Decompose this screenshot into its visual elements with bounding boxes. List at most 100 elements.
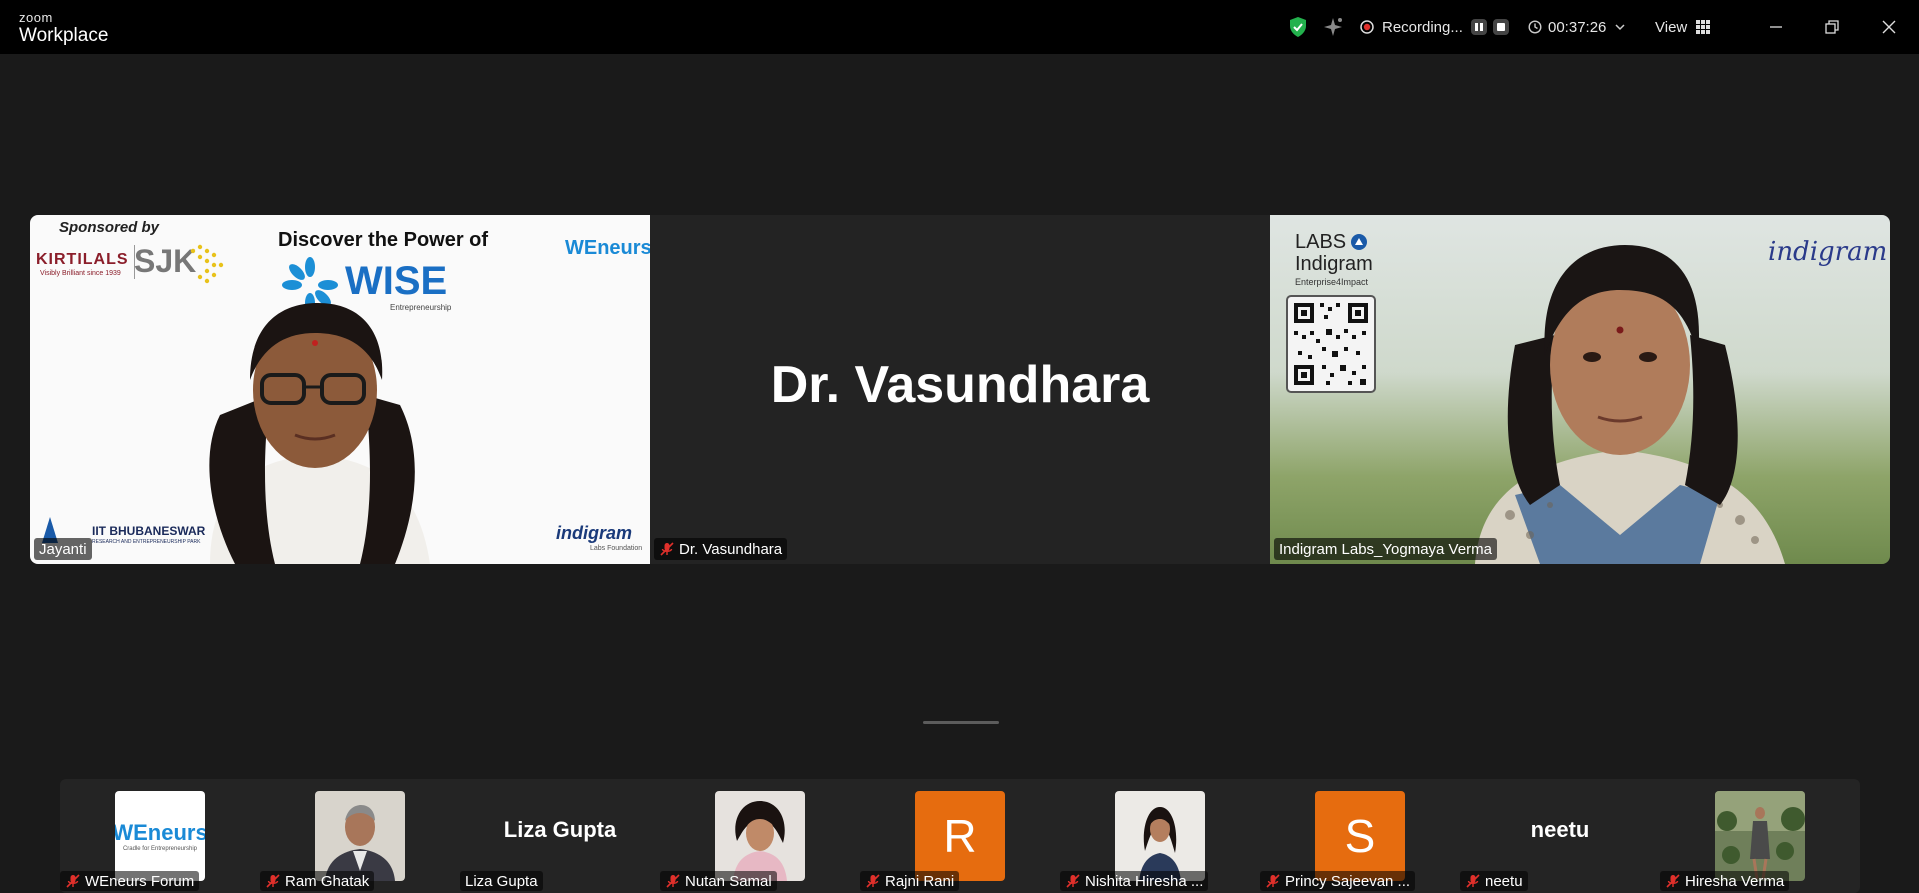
muted-mic-icon (1066, 874, 1080, 888)
participant-thumb-nutan-samal[interactable]: Nutan Samal (660, 791, 860, 891)
participant-name: Rajni Rani (885, 872, 955, 890)
muted-mic-icon (1266, 874, 1280, 888)
video-tile-jayanti[interactable]: Sponsored by KIRTILALS Visibly Brilliant… (30, 215, 650, 564)
view-label: View (1655, 18, 1688, 36)
participant-name: Indigram Labs_Yogmaya Verma (1279, 540, 1492, 558)
participant-name: neetu (1485, 872, 1523, 890)
participant-name-label: Ram Ghatak (260, 871, 375, 891)
muted-mic-icon (266, 874, 280, 888)
sjk-dots-icon (190, 244, 224, 284)
video-gallery: Sponsored by KIRTILALS Visibly Brilliant… (30, 215, 1890, 564)
pause-recording-button[interactable] (1470, 19, 1487, 35)
participant-name-label: Nutan Samal (660, 871, 777, 891)
pause-icon (1474, 23, 1483, 31)
participant-avatar: R (915, 791, 1005, 881)
muted-mic-icon (866, 874, 880, 888)
grid-view-icon (1696, 20, 1711, 34)
participant-thumb-princy-sajeevan[interactable]: S Princy Sajeevan ... (1260, 791, 1460, 891)
clock-icon (1528, 20, 1542, 34)
participant-name: Dr. Vasundhara (679, 540, 783, 558)
participant-avatar (715, 791, 805, 881)
labs-logo-text: LABS (1295, 231, 1347, 253)
participant-video-yogmaya (1475, 245, 1785, 564)
avatar-initial: S (1315, 791, 1405, 881)
recording-control[interactable]: Recording... (1360, 14, 1509, 40)
avatar-initial: R (915, 791, 1005, 881)
participant-name: Jayanti (39, 540, 87, 558)
participant-name: Ram Ghatak (285, 872, 370, 890)
sjk-logo: SJK (134, 243, 197, 279)
participant-name-label: Jayanti (34, 538, 92, 560)
participant-thumb-weneurs-forum[interactable]: WEneurs Cradle for Entrepreneurship WEne… (60, 791, 260, 891)
participant-name-label: Hiresha Verma (1660, 871, 1790, 891)
participant-display-name: Dr. Vasundhara (770, 356, 1150, 414)
muted-mic-icon (660, 542, 674, 556)
participant-name-label: WEneurs Forum (60, 871, 200, 891)
minimize-button[interactable] (1763, 14, 1789, 40)
participant-thumb-hiresha-verma[interactable]: Hiresha Verma (1660, 791, 1860, 891)
participant-thumb-rajni-rani[interactable]: R Rajni Rani (860, 791, 1060, 891)
profile-photo (315, 791, 405, 881)
participant-name: Hiresha Verma (1685, 872, 1785, 890)
chevron-down-icon (1615, 24, 1625, 31)
muted-mic-icon (1666, 874, 1680, 888)
participant-name: Princy Sajeevan ... (1285, 872, 1411, 890)
indigram-logo-small: indigram (556, 523, 633, 543)
view-button[interactable]: View (1655, 14, 1711, 40)
video-tile-yogmaya-verma[interactable]: LABS Indigram Enterprise4Impact indigram (1270, 215, 1890, 564)
iit-logo-text: IIT BHUBANESWAR (92, 524, 206, 538)
participant-name-label: Princy Sajeevan ... (1260, 871, 1416, 891)
muted-mic-icon (66, 874, 80, 888)
participant-name: WEneurs Forum (85, 872, 195, 890)
ai-companion-icon[interactable] (1322, 14, 1344, 40)
participant-name-label: Dr. Vasundhara (654, 538, 788, 560)
weneurs-avatar-logo: WEneurs (115, 820, 205, 845)
iit-logo-subtext: RESEARCH AND ENTREPRENEURSHIP PARK (92, 539, 201, 545)
participant-name-label: Nishita Hiresha ... (1060, 871, 1209, 891)
profile-photo (1115, 791, 1205, 881)
close-button[interactable] (1876, 14, 1902, 40)
meeting-timer[interactable]: 00:37:26 (1528, 14, 1626, 40)
gallery-resize-handle[interactable] (923, 721, 999, 724)
slide-headline: Discover the Power of (278, 229, 489, 251)
profile-photo (715, 791, 805, 881)
participant-avatar (1115, 791, 1205, 881)
participant-strip: WEneurs Cradle for Entrepreneurship WEne… (60, 779, 1860, 893)
participant-avatar: WEneurs Cradle for Entrepreneurship (115, 791, 205, 881)
participant-name-label: Indigram Labs_Yogmaya Verma (1274, 538, 1497, 560)
participant-name: Liza Gupta (465, 872, 538, 890)
weneurs-avatar-subtitle: Cradle for Entrepreneurship (122, 846, 198, 852)
participant-thumb-liza-gupta[interactable]: Liza Gupta Liza Gupta (460, 791, 660, 891)
labs-logo-icon (1351, 234, 1367, 250)
app-brand: zoom Workplace (19, 11, 108, 45)
video-tile-dr-vasundhara[interactable]: Dr. Vasundhara Dr. Vasundhara (650, 215, 1270, 564)
participant-thumb-ram-ghatak[interactable]: Ram Ghatak (260, 791, 460, 891)
brand-big: Workplace (19, 25, 109, 46)
participant-display-name: Liza Gupta (503, 817, 617, 842)
muted-mic-icon (666, 874, 680, 888)
security-shield-icon[interactable] (1288, 14, 1308, 40)
participant-name-label: Rajni Rani (860, 871, 960, 891)
participant-name: Nishita Hiresha ... (1085, 872, 1204, 890)
participant-thumb-nishita-hiresha[interactable]: Nishita Hiresha ... (1060, 791, 1260, 891)
participant-thumb-neetu[interactable]: neetu neetu (1460, 791, 1660, 891)
stop-recording-button[interactable] (1492, 19, 1509, 35)
participant-avatar: S (1315, 791, 1405, 881)
kirtilals-tagline: Visibly Brilliant since 1939 (40, 270, 121, 277)
title-bar: zoom Workplace Recording... 00:37:26 Vie… (0, 0, 1919, 54)
recording-dot-icon (1360, 20, 1374, 34)
restore-button[interactable] (1819, 14, 1845, 40)
profile-photo (1715, 791, 1805, 881)
participant-avatar (315, 791, 405, 881)
participant-display-name: neetu (1530, 817, 1590, 842)
minimize-icon (1770, 26, 1782, 28)
timer-text: 00:37:26 (1548, 18, 1607, 36)
recording-label: Recording... (1382, 18, 1463, 36)
participant-avatar (1715, 791, 1805, 881)
weneurs-logo: WEneurs (565, 237, 650, 259)
participant-name-label: Liza Gupta (460, 871, 543, 891)
close-icon (1882, 20, 1896, 34)
indigram-foundation-text: Labs Foundation (590, 545, 643, 552)
participant-video-jayanti (209, 303, 430, 564)
brand-small: zoom (19, 10, 53, 25)
